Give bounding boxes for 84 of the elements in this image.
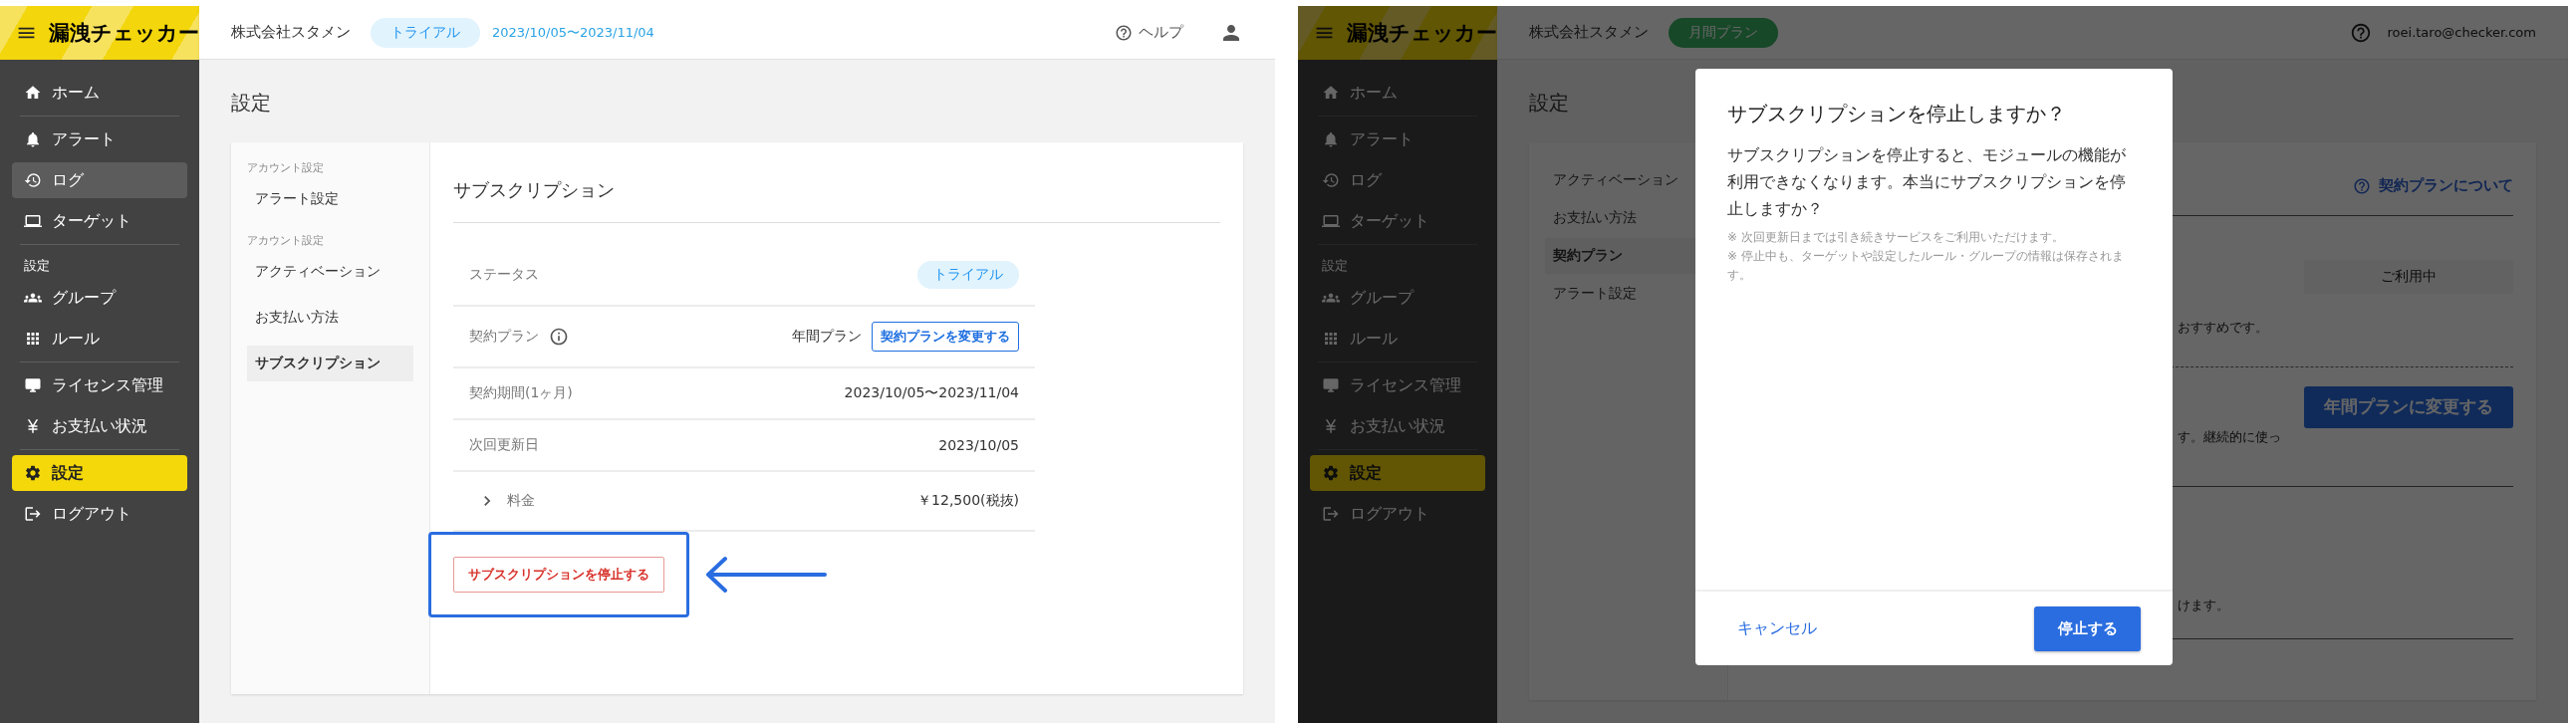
- app-logo: 漏洩チェッカー: [1347, 20, 1497, 47]
- dialog-note: ※ 停止中も、ターゲットや設定したルール・グループの情報は保存されます。: [1727, 248, 2125, 284]
- sidebar-item[interactable]: ターゲット: [1310, 203, 1485, 239]
- company-name: 株式会社スタメン: [231, 23, 351, 42]
- laptop-icon: [24, 212, 42, 230]
- dialog-note: ※ 次回更新日までは引き続きサービスをご利用いただけます。: [1727, 229, 2065, 246]
- arrow-icon: [703, 555, 827, 595]
- account-email: roei.taro@checker.com: [2387, 25, 2536, 40]
- grid-icon: [24, 330, 42, 348]
- row-value: 2023/10/05〜2023/11/04: [844, 384, 1019, 402]
- help-icon[interactable]: [2349, 21, 2372, 44]
- logout-icon: [1322, 505, 1340, 523]
- monitor-icon: [24, 376, 42, 394]
- sidebar-item[interactable]: ライセンス管理: [1310, 367, 1485, 403]
- sidebar-item[interactable]: ターゲット: [12, 203, 187, 239]
- sidebar-heading: 設定: [23, 257, 51, 275]
- sidebar-item[interactable]: ルール: [1310, 321, 1485, 357]
- sidebar-item[interactable]: お支払い状況: [12, 408, 187, 444]
- help-link[interactable]: ヘルプ: [1115, 23, 1183, 42]
- sidebar-item[interactable]: ログ: [1310, 162, 1485, 198]
- grid-icon: [1322, 330, 1340, 348]
- change-plan-button[interactable]: 契約プランを変更する: [872, 322, 1019, 352]
- row-value: 年間プラン: [792, 328, 862, 346]
- app-logo: 漏洩チェッカー: [49, 20, 199, 47]
- sidebar-item[interactable]: ルール: [12, 321, 187, 357]
- logout-icon: [24, 505, 42, 523]
- sidebar-item[interactable]: グループ: [1310, 280, 1485, 316]
- settings-nav-item[interactable]: お支払い方法: [247, 300, 413, 336]
- settings-nav-item[interactable]: アラート設定: [247, 181, 413, 217]
- row-value: ￥12,500(税抜): [917, 492, 1019, 510]
- sidebar-item[interactable]: 設定: [12, 455, 187, 491]
- status-badge: トライアル: [917, 261, 1019, 289]
- sidebar-item[interactable]: ホーム: [1310, 75, 1485, 111]
- dialog-message: サブスクリプションを停止すると、モジュールの機能が利用できなくなります。本当にサブスクリプションを停止しますか？: [1727, 144, 2127, 220]
- plan-description: す。継続的に使っ: [2178, 428, 2281, 446]
- page-title: 設定: [231, 90, 271, 117]
- settings-icon: [24, 464, 42, 482]
- bell-icon: [24, 130, 42, 148]
- help-icon: [2353, 176, 2371, 195]
- cancel-button[interactable]: キャンセル: [1737, 611, 1817, 645]
- sidebar-item[interactable]: ログアウト: [12, 496, 187, 532]
- nav-heading: アカウント設定: [247, 233, 325, 249]
- bell-icon: [1322, 130, 1340, 148]
- company-name: 株式会社スタメン: [1529, 23, 1649, 42]
- current-plan-badge: ご利用中: [2304, 259, 2513, 294]
- row-label: ステータス: [469, 266, 539, 284]
- settings-icon: [1322, 464, 1340, 482]
- sidebar-item[interactable]: アラート: [12, 121, 187, 157]
- monitor-icon: [1322, 376, 1340, 394]
- stop-button[interactable]: 停止する: [2034, 605, 2141, 651]
- history-icon: [1322, 171, 1340, 189]
- stop-subscription-button[interactable]: サブスクリプションを停止する: [453, 557, 664, 593]
- contract-period: 2023/10/05〜2023/11/04: [492, 23, 654, 42]
- plan-badge: 月間プラン: [1669, 17, 1778, 48]
- info-icon[interactable]: [549, 327, 569, 347]
- row-value: 2023/10/05: [938, 437, 1019, 453]
- sidebar-item[interactable]: ログアウト: [1310, 496, 1485, 532]
- row-label: 料金: [507, 492, 535, 510]
- sidebar-heading: 設定: [1321, 257, 1349, 275]
- sidebar-item[interactable]: ライセンス管理: [12, 367, 187, 403]
- row-label: 次回更新日: [469, 436, 539, 454]
- sidebar-item[interactable]: ホーム: [12, 75, 187, 111]
- page-title: 設定: [1529, 90, 1569, 117]
- settings-nav-item[interactable]: アクティベーション: [247, 254, 413, 290]
- sidebar-item[interactable]: グループ: [12, 280, 187, 316]
- plan-badge: トライアル: [371, 17, 480, 48]
- home-icon: [24, 84, 42, 102]
- home-icon: [1322, 84, 1340, 102]
- sidebar-item[interactable]: ログ: [12, 162, 187, 198]
- plan-description: けます。: [2178, 597, 2229, 614]
- plan-description: おすすめです。: [2178, 319, 2268, 337]
- plan-info-link[interactable]: 契約プランについて: [2353, 176, 2513, 195]
- help-icon: [1115, 23, 1133, 42]
- row-label: 契約期間(1ヶ月): [469, 384, 573, 402]
- panel-title: サブスクリプション: [453, 166, 1220, 223]
- sidebar-item[interactable]: お支払い状況: [1310, 408, 1485, 444]
- row-label: 契約プラン: [469, 328, 539, 346]
- sidebar-item[interactable]: アラート: [1310, 121, 1485, 157]
- laptop-icon: [1322, 212, 1340, 230]
- history-icon: [24, 171, 42, 189]
- nav-heading: アカウント設定: [247, 160, 325, 176]
- sidebar-item[interactable]: 設定: [1310, 455, 1485, 491]
- settings-nav-item[interactable]: サブスクリプション: [247, 346, 413, 381]
- dialog-title: サブスクリプションを停止しますか？: [1727, 101, 2067, 127]
